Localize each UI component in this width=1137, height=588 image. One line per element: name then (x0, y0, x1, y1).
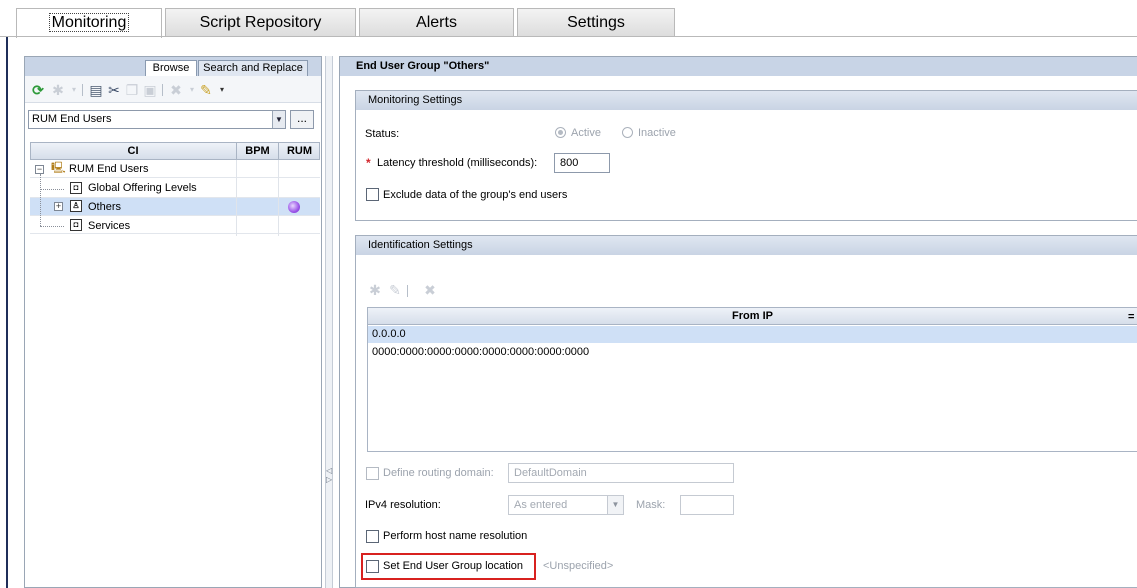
exclude-data-label: Exclude data of the group's end users (383, 189, 568, 201)
routing-domain-input[interactable]: DefaultDomain (508, 463, 734, 483)
table-row[interactable]: 0.0.0.0 (368, 326, 1137, 343)
mask-label: Mask: (636, 499, 666, 511)
new-dropdown-icon: ▾ (71, 85, 76, 94)
edit-pencil-icon[interactable]: ✎ (198, 82, 214, 98)
edit-dropdown-icon[interactable]: ▾ (214, 82, 230, 98)
tree-item-label: Global Offering Levels (88, 182, 197, 194)
rum-status-icon (288, 201, 300, 213)
set-location-label: Set End User Group location (383, 560, 524, 572)
browse-panel (24, 56, 322, 588)
collapse-arrows-icon[interactable]: ◁ ▷ (326, 466, 332, 484)
column-divider (278, 160, 279, 236)
status-active-label: Active (571, 127, 601, 139)
toolbar-separator (407, 285, 408, 297)
end-users-icon: 🖳 (51, 162, 66, 174)
mask-input[interactable] (680, 495, 734, 515)
tab-script-repository[interactable]: Script Repository (165, 8, 356, 37)
properties-icon[interactable]: ▤ (88, 82, 104, 98)
tree-item-label: Others (88, 201, 122, 213)
set-location-checkbox[interactable] (366, 560, 379, 573)
ipv4-resolution-label: IPv4 resolution: (365, 499, 441, 511)
delete-icon: ✖ (170, 82, 182, 98)
status-inactive-radio[interactable] (622, 127, 633, 138)
host-resolution-checkbox[interactable] (366, 530, 379, 543)
expand-icon[interactable]: + (54, 202, 63, 211)
location-value: <Unspecified> (543, 560, 614, 572)
subtab-search-replace[interactable]: Search and Replace (198, 60, 308, 76)
grid-column-from-ip[interactable]: From IP (367, 307, 1137, 325)
new-icon: ✱ (52, 82, 64, 98)
offering-ci-icon: ◘ (70, 182, 82, 194)
edit-pencil-icon: ✎ (389, 282, 401, 298)
tree-item-label: Services (88, 220, 131, 232)
refresh-icon[interactable]: ⟳ (30, 82, 46, 98)
paste-icon: ▣ (143, 82, 157, 98)
chevron-down-icon[interactable]: ▼ (607, 496, 623, 514)
tree-item-label: RUM End Users (69, 163, 149, 175)
grid-column-extra: = (1128, 311, 1135, 323)
tree-column-bpm[interactable]: BPM (237, 143, 278, 159)
exclude-data-checkbox[interactable] (366, 188, 379, 201)
section-title: Monitoring Settings (356, 91, 1137, 110)
browse-views-button[interactable]: ... (290, 110, 314, 129)
required-icon: * (366, 156, 371, 170)
tree-connector (40, 226, 64, 227)
latency-input[interactable]: 800 (554, 153, 610, 173)
tree-connector (40, 189, 64, 190)
panel-splitter[interactable] (325, 56, 333, 588)
status-active-radio[interactable] (555, 127, 566, 138)
routing-domain-checkbox[interactable] (366, 467, 379, 480)
cut-icon[interactable]: ✂ (106, 82, 122, 98)
tree-column-ci[interactable]: CI (30, 143, 236, 159)
collapse-icon[interactable]: − (35, 165, 44, 174)
services-ci-icon: ◘ (70, 219, 82, 231)
column-divider (236, 160, 237, 236)
group-ci-icon: ♙ (70, 200, 82, 212)
tree-connector (40, 174, 41, 226)
new-icon: ✱ (369, 282, 381, 298)
tab-monitoring[interactable]: Monitoring (16, 8, 162, 38)
subtab-browse[interactable]: Browse (145, 60, 197, 76)
section-title: Identification Settings (356, 236, 1137, 255)
routing-domain-label: Define routing domain: (383, 467, 494, 479)
copy-icon: ❐ (125, 82, 139, 98)
latency-label: Latency threshold (milliseconds): (377, 157, 538, 169)
status-label: Status: (365, 128, 400, 140)
table-row[interactable]: 0000:0000:0000:0000:0000:0000:0000:0000 (368, 344, 1137, 361)
host-resolution-label: Perform host name resolution (383, 530, 528, 542)
tab-bar-divider (0, 36, 1137, 37)
tree-column-rum[interactable]: RUM (279, 143, 320, 159)
delete-icon: ✖ (424, 282, 436, 298)
status-inactive-label: Inactive (638, 127, 676, 139)
tab-settings[interactable]: Settings (517, 8, 675, 37)
tab-alerts[interactable]: Alerts (359, 8, 514, 37)
view-select[interactable]: RUM End Users (28, 110, 286, 129)
toolbar-separator (82, 84, 83, 96)
chevron-down-icon[interactable]: ▼ (272, 111, 285, 128)
frame-edge (6, 37, 8, 588)
toolbar-separator (162, 84, 163, 96)
details-title: End User Group "Others" (340, 57, 1137, 76)
